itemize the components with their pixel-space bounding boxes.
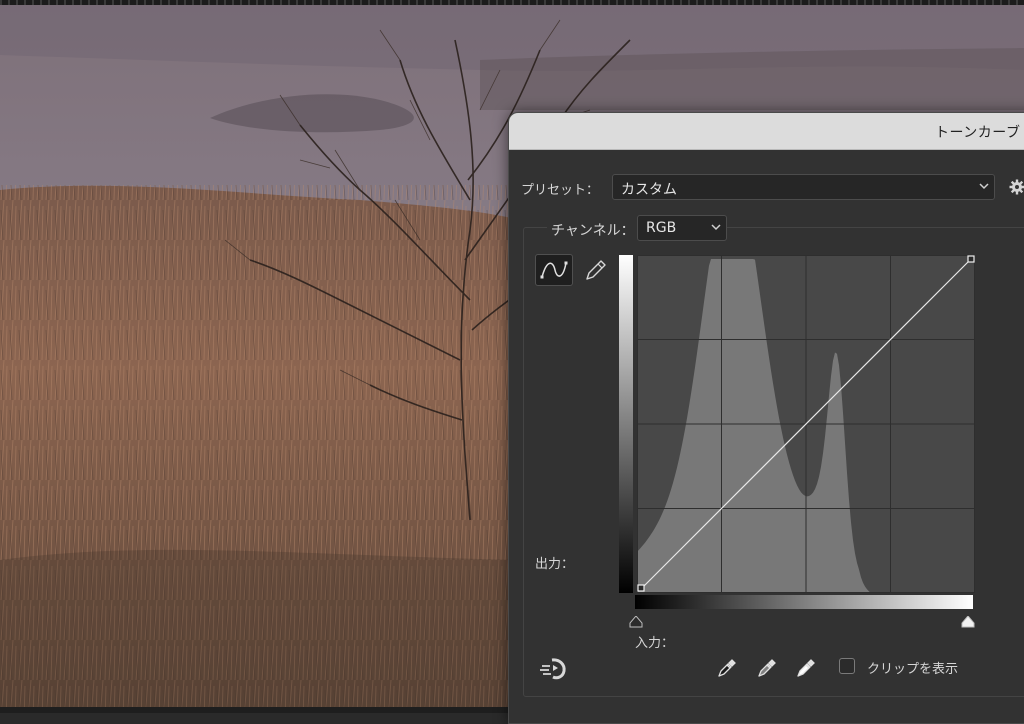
chevron-down-icon: [711, 224, 721, 231]
pencil-icon: [586, 260, 606, 280]
dialog-titlebar[interactable]: トーンカーブ: [509, 113, 1024, 150]
output-label: 出力：: [535, 557, 575, 572]
preset-dropdown[interactable]: カスタム: [612, 174, 995, 200]
curve-point-black[interactable]: [637, 584, 645, 592]
white-point-eyedropper-icon[interactable]: [795, 657, 817, 679]
auto-adjust-hand-icon[interactable]: [539, 656, 569, 682]
show-clipping-checkbox[interactable]: [839, 658, 855, 674]
channel-label: チャンネル：: [547, 220, 639, 240]
tone-curve-dialog: トーンカーブ プリセット： カスタム チャンネル： RGB 出力： 入力： クリ…: [508, 112, 1024, 724]
curve-graph[interactable]: [637, 255, 975, 593]
output-gradient-bar: [619, 255, 633, 593]
dialog-title: トーンカーブ: [935, 125, 1021, 141]
window-top-strip: [0, 0, 1024, 5]
preset-value: カスタム: [621, 182, 677, 198]
gear-icon[interactable]: [1009, 179, 1024, 195]
curve-point-white[interactable]: [967, 255, 975, 263]
chevron-down-icon: [979, 183, 989, 190]
black-point-eyedropper-icon[interactable]: [716, 657, 738, 679]
input-gradient-bar: [635, 595, 973, 609]
preset-label: プリセット：: [521, 183, 600, 198]
white-point-slider[interactable]: [961, 616, 975, 628]
show-clipping-label[interactable]: クリップを表示: [867, 658, 958, 677]
channel-value: RGB: [646, 220, 677, 236]
curve-point-tool-button[interactable]: [535, 254, 573, 286]
input-label: 入力：: [635, 636, 675, 651]
curve-icon: [540, 261, 568, 279]
channel-dropdown[interactable]: RGB: [637, 215, 727, 241]
black-point-slider[interactable]: [629, 616, 643, 628]
pencil-tool-button[interactable]: [577, 254, 615, 286]
gray-point-eyedropper-icon[interactable]: [756, 657, 778, 679]
